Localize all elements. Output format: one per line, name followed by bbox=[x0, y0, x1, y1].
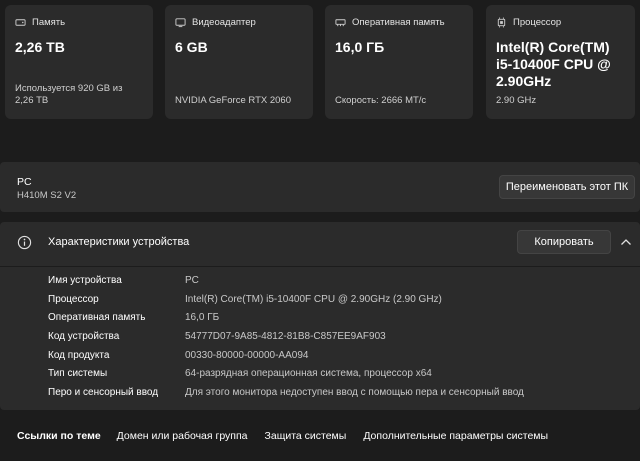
spec-row-system-type: Тип системы 64-разрядная операционная си… bbox=[0, 368, 640, 387]
storage-card-label: Память bbox=[32, 16, 66, 28]
spec-divider bbox=[0, 266, 640, 267]
gpu-card-label: Видеоадаптер bbox=[192, 16, 256, 28]
spec-row-processor: Процессор Intel(R) Core(TM) i5-10400F CP… bbox=[0, 294, 640, 313]
spec-value: 16,0 ГБ bbox=[185, 312, 220, 324]
spec-value: Intel(R) Core(TM) i5-10400F CPU @ 2.90GH… bbox=[185, 293, 442, 305]
gpu-card-sub: NVIDIA GeForce RTX 2060 bbox=[175, 95, 291, 106]
pc-model: H410M S2 V2 bbox=[17, 190, 77, 201]
cpu-icon bbox=[497, 16, 506, 28]
device-specifications-title: Характеристики устройства bbox=[48, 236, 190, 248]
copy-button[interactable]: Копировать bbox=[517, 230, 611, 254]
ram-card-label: Оперативная память bbox=[352, 16, 445, 28]
device-specifications-header[interactable]: Характеристики устройства Копировать bbox=[0, 222, 640, 264]
link-domain-workgroup[interactable]: Домен или рабочая группа bbox=[117, 430, 248, 442]
ram-card-sub: Скорость: 2666 МТ/с bbox=[335, 95, 427, 106]
spec-value: 00330-80000-00000-AA094 bbox=[185, 349, 309, 361]
ram-card-value: 16,0 ГБ bbox=[335, 39, 385, 55]
related-links-title: Ссылки по теме bbox=[17, 430, 101, 442]
device-specifications-panel: Характеристики устройства Копировать Имя… bbox=[0, 222, 640, 410]
spec-row-product-id: Код продукта 00330-80000-00000-AA094 bbox=[0, 350, 640, 369]
link-system-protection[interactable]: Защита системы bbox=[265, 430, 347, 442]
link-advanced-system-settings[interactable]: Дополнительные параметры системы bbox=[363, 430, 548, 442]
spec-value: PC bbox=[185, 275, 199, 286]
storage-card-value: 2,26 TB bbox=[15, 39, 65, 55]
pc-name: PC bbox=[17, 176, 32, 188]
storage-icon bbox=[15, 18, 26, 26]
storage-card: Память 2,26 TB Используется 920 GB из 2,… bbox=[5, 5, 153, 119]
spec-key: Процессор bbox=[48, 293, 99, 305]
spec-key: Оперативная память bbox=[48, 312, 146, 324]
spec-row-pen-touch: Перо и сенсорный ввод Для этого монитора… bbox=[0, 387, 640, 406]
cpu-card-label: Процессор bbox=[513, 16, 562, 28]
spec-value: Для этого монитора недоступен ввод с пом… bbox=[185, 387, 524, 399]
gpu-icon bbox=[175, 17, 186, 27]
spec-row-ram: Оперативная память 16,0 ГБ bbox=[0, 312, 640, 331]
spec-value: 64-разрядная операционная система, проце… bbox=[185, 368, 432, 380]
info-icon bbox=[17, 235, 32, 250]
cpu-card-sub: 2.90 GHz bbox=[496, 95, 537, 106]
spec-rows: Имя устройства PC Процессор Intel(R) Cor… bbox=[0, 275, 640, 406]
hardware-summary-cards: Память 2,26 TB Используется 920 GB из 2,… bbox=[0, 0, 640, 122]
spec-key: Тип системы bbox=[48, 368, 108, 380]
spec-key: Код устройства bbox=[48, 331, 120, 343]
related-links-bar: Ссылки по теме Домен или рабочая группа … bbox=[0, 418, 640, 454]
spec-row-device-id: Код устройства 54777D07-9A85-4812-81B8-C… bbox=[0, 331, 640, 350]
gpu-card-value: 6 GB bbox=[175, 39, 208, 55]
spec-key: Код продукта bbox=[48, 349, 110, 361]
chevron-up-icon[interactable] bbox=[620, 237, 632, 247]
storage-card-sub: Используется 920 GB из 2,26 TB bbox=[15, 83, 123, 106]
spec-value: 54777D07-9A85-4812-81B8-C857EE9AF903 bbox=[185, 331, 386, 343]
cpu-card-value: Intel(R) Core(TM) i5-10400F CPU @ 2.90GH… bbox=[496, 39, 611, 89]
cpu-card: Процессор Intel(R) Core(TM) i5-10400F CP… bbox=[486, 5, 635, 119]
spec-row-device-name: Имя устройства PC bbox=[0, 275, 640, 294]
gpu-card: Видеоадаптер 6 GB NVIDIA GeForce RTX 206… bbox=[165, 5, 313, 119]
spec-key: Имя устройства bbox=[48, 275, 122, 286]
rename-pc-button[interactable]: Переименовать этот ПК bbox=[499, 175, 635, 199]
ram-card: Оперативная память 16,0 ГБ Скорость: 266… bbox=[325, 5, 473, 119]
spec-key: Перо и сенсорный ввод bbox=[48, 387, 159, 399]
ram-icon bbox=[335, 18, 346, 26]
